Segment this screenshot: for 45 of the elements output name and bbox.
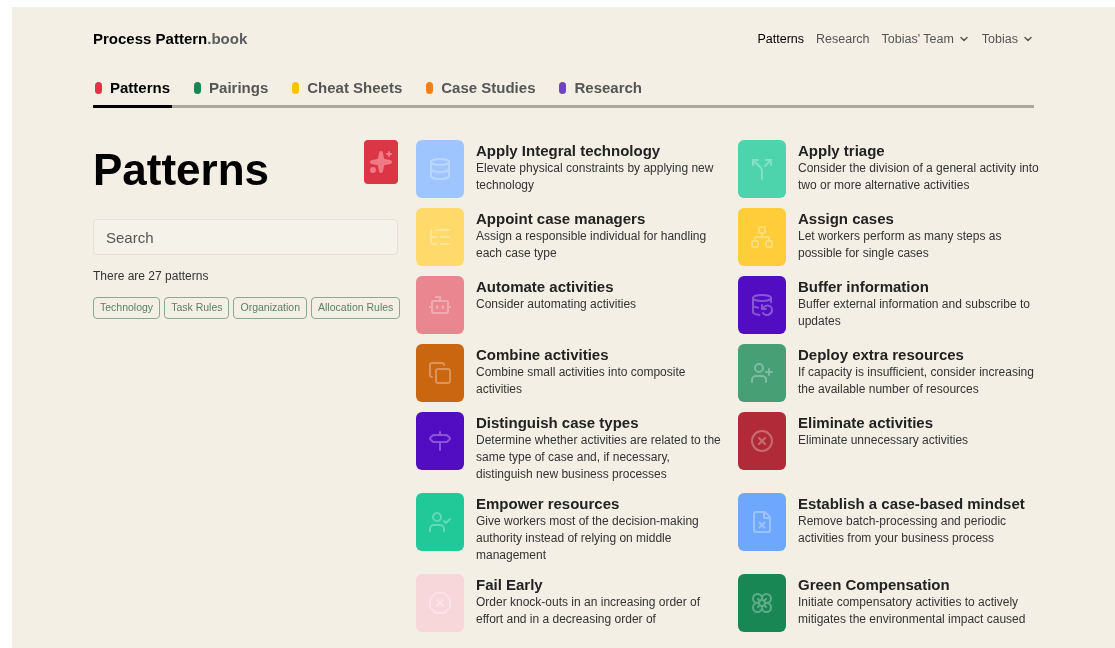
nav-link[interactable]: Patterns — [757, 29, 804, 49]
filter-tag[interactable]: Allocation Rules — [311, 297, 401, 319]
pattern-title[interactable]: Empower resources — [476, 494, 722, 513]
pattern-title[interactable]: Buffer information — [798, 277, 1044, 296]
pattern-title[interactable]: Deploy extra resources — [798, 345, 1044, 364]
pattern-count: There are 27 patterns — [93, 268, 210, 285]
pattern-description: Assign a responsible individual for handling each case type — [476, 228, 708, 262]
pattern-description: Let workers perform as many steps as possible for single cases — [798, 228, 1003, 262]
pattern-description: Remove batch-processing and periodic activities from your business process — [798, 513, 1008, 547]
pattern-description: Buffer external information and subscribe to updates — [798, 296, 1031, 330]
tab[interactable]: Pairings — [192, 71, 271, 108]
pattern-title[interactable]: Fail Early — [476, 575, 722, 594]
pattern-description: Eliminate unnecessary activities — [798, 432, 970, 449]
pattern-description: If capacity is insufficient, consider increasing the available number of resources — [798, 364, 1035, 398]
pattern-description: Initiate compensatory activities to actively mitigates the environmental impact caused — [798, 594, 1027, 628]
nav-link[interactable]: Tobias' Team — [881, 29, 970, 49]
pattern-title[interactable]: Establish a case-based mindset — [798, 494, 1044, 513]
pattern-description: Determine whether activities are related to the same type of case and, if necessary, distinguish new business processes — [476, 432, 722, 483]
pattern-description: Consider automating activities — [476, 296, 638, 313]
pattern-title[interactable]: Apply Integral technology — [476, 141, 722, 160]
filter-tag[interactable]: Task Rules — [164, 297, 230, 319]
tab[interactable]: Patterns — [93, 71, 173, 108]
brand-logo[interactable]: Process Pattern.book — [93, 27, 248, 51]
pattern-title[interactable]: Green Compensation — [798, 575, 1044, 594]
pattern-description: Consider the division of a general activity into two or more alternative activities — [798, 160, 1040, 194]
filter-tag[interactable]: Organization — [233, 297, 308, 319]
pattern-title[interactable]: Apply triage — [798, 141, 1044, 160]
pattern-description: Combine small activities into composite activities — [476, 364, 687, 398]
pattern-title[interactable]: Eliminate activities — [798, 413, 1044, 432]
nav-link[interactable]: Tobias — [981, 29, 1034, 49]
pattern-description: Elevate physical constraints by applying new technology — [476, 160, 715, 194]
pattern-title[interactable]: Automate activities — [476, 277, 722, 296]
pattern-description: Give workers most of the decision-making authority instead of relying on middle management — [476, 513, 700, 564]
pattern-description: Order knock-outs in an increasing order of effort and in a decreasing order of — [476, 594, 702, 628]
nav-link[interactable]: Research — [816, 29, 870, 49]
search-field[interactable]: Search — [93, 219, 398, 255]
pattern-title[interactable]: Assign cases — [798, 209, 1044, 228]
tab[interactable]: Research — [557, 71, 645, 108]
filter-tag[interactable]: Technology — [93, 297, 161, 319]
pattern-title[interactable]: Combine activities — [476, 345, 722, 364]
pattern-title[interactable]: Distinguish case types — [476, 413, 722, 432]
pattern-title[interactable]: Appoint case managers — [476, 209, 722, 228]
tab[interactable]: Case Studies — [424, 71, 538, 108]
page-title: Patterns — [93, 148, 270, 192]
tab[interactable]: Cheat Sheets — [290, 71, 405, 108]
